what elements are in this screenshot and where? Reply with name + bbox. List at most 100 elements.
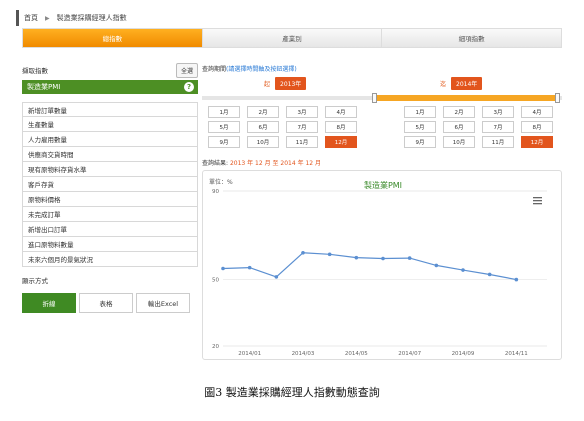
indicator-item[interactable]: 客戶存貨 xyxy=(22,177,198,192)
from-label: 起 xyxy=(264,80,271,88)
line-view-button[interactable]: 折線 xyxy=(22,293,76,313)
display-mode-buttons: 折線 表格 輸出Excel xyxy=(22,293,198,313)
data-point xyxy=(247,265,252,270)
data-point xyxy=(381,256,385,261)
to-month[interactable]: 11月 xyxy=(482,136,514,148)
selected-indicator[interactable]: 製造業PMI ? xyxy=(22,80,198,94)
from-month[interactable]: 7月 xyxy=(286,121,318,133)
slider-range-fill xyxy=(374,95,560,101)
hamburger-icon-bar xyxy=(533,197,542,199)
chart-title: 製造業PMI xyxy=(364,180,402,190)
breadcrumb-home[interactable]: 首頁 xyxy=(24,13,38,23)
chart-container: 單位：% 製造業PMI 90 50 20 2014/01 2014/03 2014/05 201… xyxy=(202,170,562,360)
from-month[interactable]: 1月 xyxy=(208,106,240,118)
from-month[interactable]: 3月 xyxy=(286,106,318,118)
y-tick-label: 50 xyxy=(212,278,219,284)
from-month[interactable]: 5月 xyxy=(208,121,240,133)
to-month[interactable]: 8月 xyxy=(521,121,553,133)
tab-total-index[interactable]: 總指數 xyxy=(23,29,203,47)
from-month-selected[interactable]: 12月 xyxy=(325,136,357,148)
data-point xyxy=(221,266,225,271)
app-frame: 首頁 ▶ 製造業採購經理人指數 總指數 產業別 細項指數 擷取指數 全選 製造業… xyxy=(12,6,572,364)
x-tick-label: 2014/03 xyxy=(292,351,315,357)
period-label-row: 查詢期間 (請選擇時間軸及按鈕選擇) xyxy=(202,62,562,74)
from-month[interactable]: 11月 xyxy=(286,136,318,148)
slider-to-handle[interactable] xyxy=(555,93,560,103)
from-year[interactable]: 2013年 xyxy=(275,76,307,90)
to-month[interactable]: 3月 xyxy=(482,106,514,118)
indicator-item[interactable]: 新增訂單數量 xyxy=(22,102,198,117)
breadcrumb: 首頁 ▶ 製造業採購經理人指數 xyxy=(16,10,127,26)
indicator-item[interactable]: 未來六個月的景氣狀況 xyxy=(22,252,198,267)
hamburger-icon-bar xyxy=(533,200,542,202)
to-month[interactable]: 2月 xyxy=(443,106,475,118)
indicator-item[interactable]: 進口原物料數量 xyxy=(22,237,198,252)
breadcrumb-current: 製造業採購經理人指數 xyxy=(56,14,127,22)
to-month-selected[interactable]: 12月 xyxy=(521,136,553,148)
to-month-grid: 1月 2月 3月 4月 5月 6月 7月 8月 9月 10月 11月 12月 xyxy=(404,106,553,148)
tab-sub-index[interactable]: 細項指數 xyxy=(382,29,562,47)
data-point xyxy=(514,277,519,282)
indicator-item[interactable]: 新增出口訂單 xyxy=(22,222,198,237)
from-month[interactable]: 4月 xyxy=(325,106,357,118)
to-month[interactable]: 7月 xyxy=(482,121,514,133)
indicator-list: 新增訂單數量 生產數量 人力雇用數量 供應商交貨時間 現有原物料存貨水準 客戶存… xyxy=(22,102,198,267)
hamburger-icon-bar xyxy=(533,203,542,205)
result-value: 2013 年 12 月 至 2014 年 12 月 xyxy=(229,160,322,167)
to-year[interactable]: 2014年 xyxy=(451,76,483,90)
display-mode-label: 顯示方式 xyxy=(22,277,48,285)
to-month[interactable]: 1月 xyxy=(404,106,436,118)
series-line xyxy=(222,252,517,281)
to-label: 迄 xyxy=(440,80,447,88)
select-all-button[interactable]: 全選 xyxy=(175,62,198,78)
unit-label: 單位：% xyxy=(209,178,233,186)
period-hint: (請選擇時間軸及按鈕選擇) xyxy=(226,65,297,73)
y-tick-label: 90 xyxy=(212,189,219,195)
y-tick-label: 20 xyxy=(212,344,219,350)
data-point xyxy=(274,275,279,279)
result-label: 查詢結果: xyxy=(202,160,229,167)
figure-caption: 圖3 製造業採購經理人指數動態查詢 xyxy=(204,386,380,399)
indicator-item[interactable]: 生產數量 xyxy=(22,117,198,132)
indicator-item[interactable]: 供應商交貨時間 xyxy=(22,147,198,162)
data-point xyxy=(327,252,332,257)
data-point xyxy=(301,250,305,255)
export-excel-button[interactable]: 輸出Excel xyxy=(136,293,190,313)
data-point xyxy=(487,272,492,277)
x-tick-label: 2014/09 xyxy=(452,351,475,357)
from-month[interactable]: 2月 xyxy=(247,106,279,118)
x-tick-label: 2014/05 xyxy=(345,351,368,357)
indicator-item[interactable]: 原物料價格 xyxy=(22,192,198,207)
query-result: 查詢結果: 2013 年 12 月 至 2014 年 12 月 xyxy=(202,158,321,167)
query-panel: 查詢期間 (請選擇時間軸及按鈕選擇) 起 2013年 迄 2014年 1月 2月… xyxy=(202,62,562,360)
chevron-right-icon: ▶ xyxy=(45,14,50,22)
from-month[interactable]: 6月 xyxy=(247,121,279,133)
data-point xyxy=(434,263,439,268)
data-point xyxy=(407,256,412,260)
from-month[interactable]: 9月 xyxy=(208,136,240,148)
indicator-item[interactable]: 現有原物料存貨水準 xyxy=(22,162,198,177)
indicator-item[interactable]: 人力雇用數量 xyxy=(22,132,198,147)
period-label: 查詢期間 xyxy=(202,65,227,73)
tab-bar: 總指數 產業別 細項指數 xyxy=(22,28,562,48)
from-month[interactable]: 8月 xyxy=(325,121,357,133)
x-tick-label: 2014/11 xyxy=(505,351,528,357)
indicator-panel-heading: 擷取指數 xyxy=(22,67,48,75)
from-month[interactable]: 10月 xyxy=(247,136,279,148)
to-year-row: 迄 2014年 xyxy=(440,76,483,90)
indicator-item[interactable]: 未完成訂單 xyxy=(22,207,198,222)
to-month[interactable]: 6月 xyxy=(443,121,475,133)
to-month[interactable]: 9月 xyxy=(404,136,436,148)
to-month[interactable]: 10月 xyxy=(443,136,475,148)
period-slider[interactable] xyxy=(202,93,562,103)
help-icon[interactable]: ? xyxy=(184,82,194,92)
table-view-button[interactable]: 表格 xyxy=(79,293,133,313)
data-point xyxy=(354,255,359,260)
x-tick-label: 2014/07 xyxy=(398,351,421,357)
to-month[interactable]: 4月 xyxy=(521,106,553,118)
data-point xyxy=(461,268,465,272)
x-tick-label: 2014/01 xyxy=(238,351,261,357)
slider-from-handle[interactable] xyxy=(372,93,377,103)
to-month[interactable]: 5月 xyxy=(404,121,436,133)
tab-industry[interactable]: 產業別 xyxy=(202,29,383,47)
